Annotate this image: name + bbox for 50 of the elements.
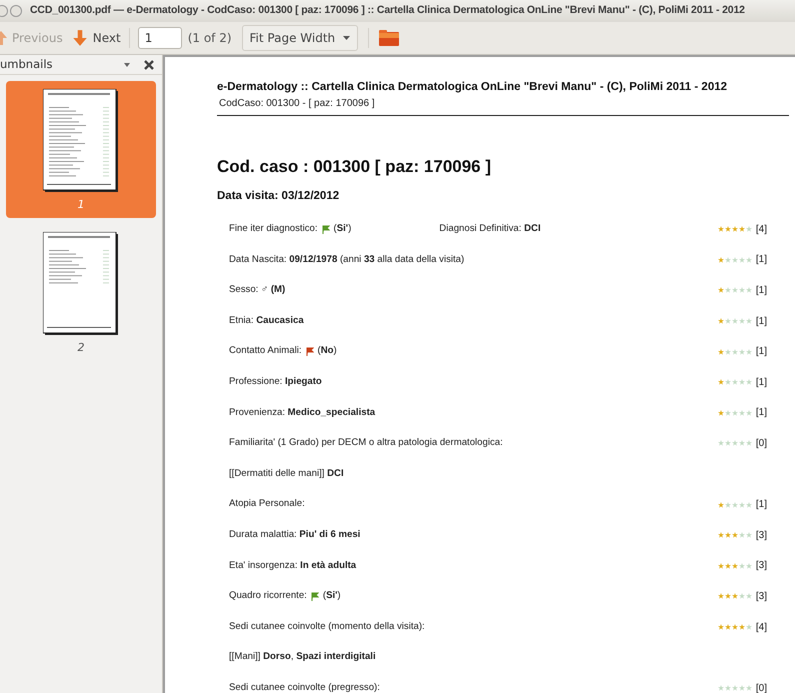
score: [1] — [756, 284, 767, 298]
score: [1] — [756, 376, 767, 390]
field-line: Sedi cutanee coinvolte (pregresso): — [229, 681, 380, 693]
arrow-down-icon — [70, 29, 89, 47]
field-line: Atopia Personale: — [229, 497, 305, 512]
page-count: (1 of 2) — [188, 30, 232, 47]
score: [4] — [756, 620, 767, 635]
caret-icon — [343, 36, 350, 40]
case-heading: Cod. caso : 001300 [ paz: 170096 ] — [217, 156, 492, 178]
score: [1] — [756, 253, 767, 268]
field-line: [[Mani]] Dorso, Spazi interdigitali — [229, 650, 376, 664]
maximize-icon[interactable] — [10, 5, 22, 17]
page-number: 2 — [78, 340, 84, 356]
score: [1] — [756, 345, 767, 360]
folder-icon[interactable] — [379, 30, 400, 46]
field-line: Sedi cutanee coinvolte (momento della visita): — [229, 620, 425, 634]
thumbnail-item[interactable]: 2 — [6, 224, 156, 360]
field-line: Quadro ricorrente: (Si') — [229, 589, 341, 604]
window-title: CCD_001300.pdf — e-Dermatology - CodCaso: 001300 [ paz: 170096 ] :: Cartella Clinica Dermatologica OnLine "Brevi Manu" - (C), PoliMi 2011 - 2012 — [30, 3, 745, 18]
score: [3] — [756, 559, 767, 574]
document-header: e-Dermatology :: Cartella Clinica Dermatologica OnLine "Brevi Manu" - (C), PoliMi 2011 - 2012 — [217, 80, 728, 95]
caret-icon[interactable] — [124, 62, 130, 66]
visit-date: Data visita: 03/12/2012 — [217, 188, 340, 204]
score: [0] — [756, 682, 767, 693]
field-line: Etnia: Caucasica — [229, 314, 304, 328]
field-line: [[Dermatiti delle mani]] DCI — [229, 466, 344, 481]
score: [4] — [756, 222, 767, 237]
page-number-field[interactable]: 1 — [138, 27, 182, 49]
field-line: Professione: Ipiegato — [229, 375, 322, 390]
score: [3] — [756, 528, 767, 543]
zoom-dropdown[interactable]: Fit Page Width — [242, 25, 358, 51]
score: [1] — [756, 498, 767, 512]
page-number: 1 — [78, 197, 84, 213]
close-icon[interactable] — [144, 60, 154, 70]
field-line: Fine iter diagnostico: (Si') — [229, 222, 352, 236]
field-line: Provenienza: Medico_specialista — [229, 406, 376, 420]
score: [3] — [756, 590, 767, 604]
diagnosis-text: Diagnosi Definitiva: DCI — [439, 222, 541, 236]
score: [0] — [756, 436, 767, 451]
field-line: Familiarita' (1 Grado) per DECM o altra patologia dermatologica: — [229, 436, 503, 450]
score: [1] — [756, 314, 767, 329]
next-button[interactable]: Next — [70, 29, 121, 47]
field-line: Sesso: ♂ (M) — [229, 283, 286, 298]
sidebar-title: umbnails — [0, 56, 53, 73]
field-line: Data Nascita: 09/12/1978 (anni 33 alla data della visita) — [229, 252, 464, 267]
field-line: Eta' insorgenza: In età adulta — [229, 558, 356, 573]
field-line: Contatto Animali: (No) — [229, 344, 337, 358]
field-line: Durata malattia: Piu' di 6 mesi — [229, 528, 360, 542]
document-subheader: CodCaso: 001300 - [ paz: 170096 ] — [219, 97, 376, 112]
score: [1] — [756, 406, 767, 420]
